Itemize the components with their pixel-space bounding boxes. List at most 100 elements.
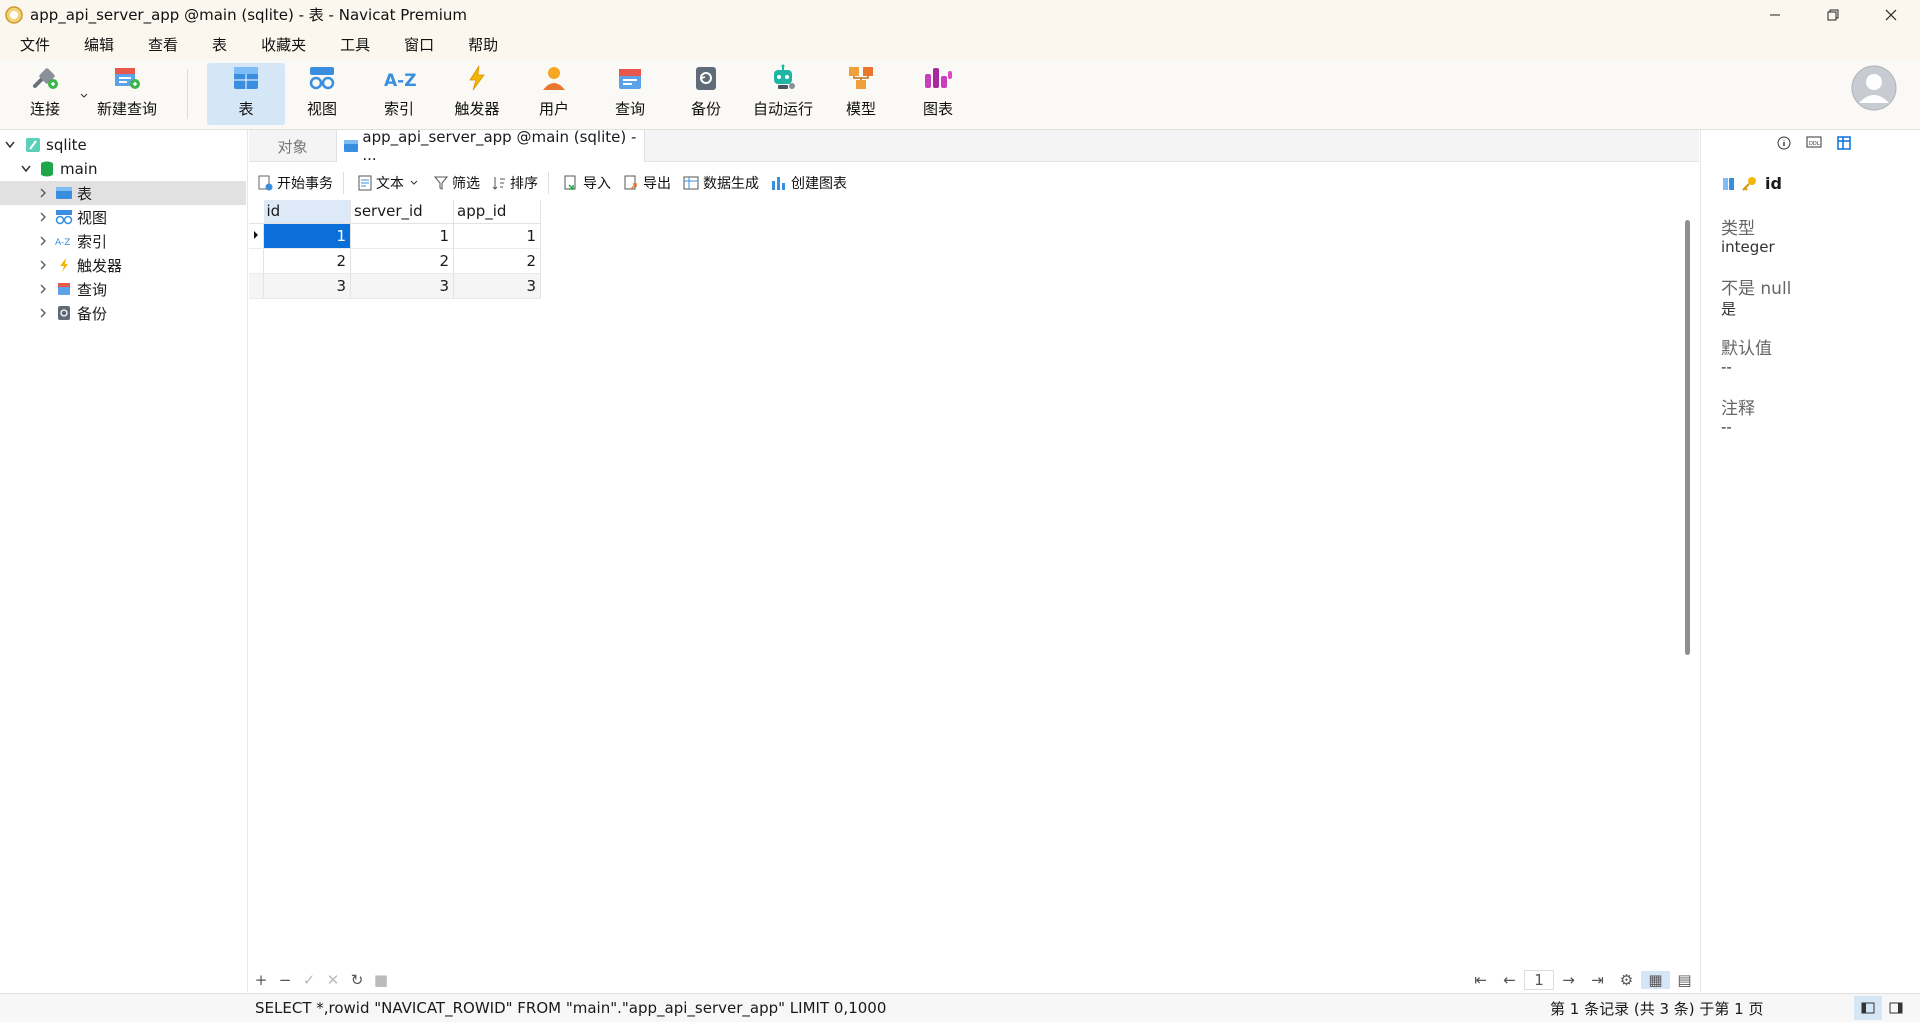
table-cell[interactable]: 3 xyxy=(263,273,351,299)
tree-item-indexes[interactable]: A-Z 索引 xyxy=(0,229,246,253)
left-pane-toggle-icon[interactable] xyxy=(1854,996,1882,1020)
last-page-icon[interactable]: ⇥ xyxy=(1583,971,1612,989)
query-button[interactable]: 查询 xyxy=(605,63,655,125)
chevron-down-icon[interactable] xyxy=(20,163,32,175)
record-count-text: 第 1 条记录 (共 3 条) 于第 1 页 xyxy=(1550,999,1764,1018)
sort-button[interactable]: 排序 xyxy=(492,173,538,193)
view-button[interactable]: 视图 xyxy=(297,63,347,125)
tree-item-label: 查询 xyxy=(77,280,108,299)
row-header[interactable] xyxy=(249,273,264,299)
row-header[interactable] xyxy=(249,248,264,274)
restore-button[interactable] xyxy=(1804,0,1862,29)
user-avatar-icon[interactable] xyxy=(1851,65,1897,111)
menu-view[interactable]: 查看 xyxy=(136,34,190,55)
table-row[interactable]: 2 2 2 xyxy=(249,248,541,274)
connect-button[interactable]: 连接 xyxy=(20,63,70,125)
chevron-right-icon[interactable] xyxy=(37,283,49,295)
index-button[interactable]: A-Z 索引 xyxy=(374,63,424,125)
default-value: -- xyxy=(1721,358,1732,376)
model-button[interactable]: 模型 xyxy=(836,63,886,125)
table-cell[interactable]: 2 xyxy=(350,248,454,274)
chevron-down-icon[interactable] xyxy=(80,93,88,99)
table-button[interactable]: 表 xyxy=(207,63,285,125)
menu-edit[interactable]: 编辑 xyxy=(72,34,126,55)
menu-window[interactable]: 窗口 xyxy=(392,34,446,55)
table-cell[interactable]: 1 xyxy=(263,223,351,249)
trigger-button[interactable]: 触发器 xyxy=(450,63,504,125)
table-cell[interactable]: 3 xyxy=(453,273,541,299)
chevron-right-icon[interactable] xyxy=(37,259,49,271)
tab-table-label: app_api_server_app @main (sqlite) - ... xyxy=(362,128,637,164)
chevron-right-icon[interactable] xyxy=(37,307,49,319)
tree-connection-sqlite[interactable]: sqlite xyxy=(0,133,246,157)
tree-item-triggers[interactable]: 触发器 xyxy=(0,253,246,277)
field-name-header: id xyxy=(1721,174,1782,193)
tree-item-backups[interactable]: 备份 xyxy=(0,301,246,325)
create-chart-button[interactable]: 创建图表 xyxy=(771,173,847,193)
data-generation-button[interactable]: 数据生成 xyxy=(683,173,759,193)
column-header-app-id[interactable]: app_id xyxy=(453,200,541,224)
grid-view-icon[interactable]: ▦ xyxy=(1641,971,1670,989)
import-button[interactable]: 导入 xyxy=(563,173,611,193)
svg-text:DDL: DDL xyxy=(1809,141,1820,147)
tree-item-label: 触发器 xyxy=(77,256,123,275)
table-cell[interactable]: 1 xyxy=(453,223,541,249)
column-header-server-id[interactable]: server_id xyxy=(350,200,454,224)
tab-objects[interactable]: 对象 xyxy=(249,130,337,162)
discard-x-icon[interactable]: ✕ xyxy=(321,971,345,989)
begin-transaction-button[interactable]: 开始事务 xyxy=(257,173,333,193)
table-row[interactable]: 3 3 3 xyxy=(249,273,541,299)
menu-help[interactable]: 帮助 xyxy=(456,34,510,55)
chevron-right-icon[interactable] xyxy=(37,211,49,223)
export-button[interactable]: 导出 xyxy=(623,173,671,193)
refresh-icon[interactable]: ↻ xyxy=(345,971,369,989)
info-icon[interactable] xyxy=(1769,136,1799,150)
type-label: 类型 xyxy=(1721,219,1755,239)
chevron-right-icon[interactable] xyxy=(37,187,49,199)
text-view-button[interactable]: 文本 xyxy=(358,173,422,193)
chart-button[interactable]: 图表 xyxy=(913,63,963,125)
column-header-id[interactable]: id xyxy=(263,200,351,224)
tree-item-tables[interactable]: 表 xyxy=(0,181,246,205)
form-view-icon[interactable]: ▤ xyxy=(1670,971,1699,989)
first-page-icon[interactable]: ⇤ xyxy=(1466,971,1495,989)
field-details-icon[interactable] xyxy=(1829,136,1859,150)
new-query-button[interactable]: 新建查询 xyxy=(94,63,160,125)
apply-check-icon[interactable]: ✓ xyxy=(297,971,321,989)
menu-file[interactable]: 文件 xyxy=(8,34,62,55)
minimize-button[interactable] xyxy=(1746,0,1804,29)
gear-icon[interactable]: ⚙ xyxy=(1612,971,1641,989)
user-button[interactable]: 用户 xyxy=(529,63,579,125)
table-cell[interactable]: 2 xyxy=(453,248,541,274)
chevron-right-icon[interactable] xyxy=(37,235,49,247)
close-button[interactable] xyxy=(1862,0,1920,29)
right-pane-toggle-icon[interactable] xyxy=(1882,996,1910,1020)
tree-item-views[interactable]: 视图 xyxy=(0,205,246,229)
table-cell[interactable]: 1 xyxy=(350,223,454,249)
next-page-icon[interactable]: → xyxy=(1554,971,1583,989)
tab-table-data[interactable]: app_api_server_app @main (sqlite) - ... xyxy=(337,128,645,164)
menu-table[interactable]: 表 xyxy=(200,34,239,55)
add-record-icon[interactable]: + xyxy=(249,971,273,989)
vertical-scrollbar[interactable] xyxy=(1685,220,1690,655)
stop-icon[interactable]: ■ xyxy=(369,971,393,989)
row-marker-icon[interactable] xyxy=(249,223,264,249)
automation-button[interactable]: 自动运行 xyxy=(751,63,815,125)
ddl-icon[interactable]: DDL xyxy=(1799,136,1829,150)
filter-button[interactable]: 筛选 xyxy=(434,173,480,193)
table-cell[interactable]: 2 xyxy=(263,248,351,274)
chevron-down-icon[interactable] xyxy=(4,139,16,151)
backup-button[interactable]: 备份 xyxy=(681,63,731,125)
page-number-field[interactable]: 1 xyxy=(1524,970,1554,990)
table-cell[interactable]: 3 xyxy=(350,273,454,299)
export-icon xyxy=(624,175,637,190)
table-row[interactable]: 1 1 1 xyxy=(249,223,541,249)
menu-favorites[interactable]: 收藏夹 xyxy=(249,34,318,55)
menu-tools[interactable]: 工具 xyxy=(328,34,382,55)
tree-item-queries[interactable]: 查询 xyxy=(0,277,246,301)
tree-database-main[interactable]: main xyxy=(0,157,246,181)
previous-page-icon[interactable]: ← xyxy=(1495,971,1524,989)
sort-icon xyxy=(492,177,505,190)
delete-record-icon[interactable]: − xyxy=(273,971,297,989)
data-grid: id server_id app_id 1 1 1 2 2 2 3 3 3 xyxy=(249,200,1679,965)
